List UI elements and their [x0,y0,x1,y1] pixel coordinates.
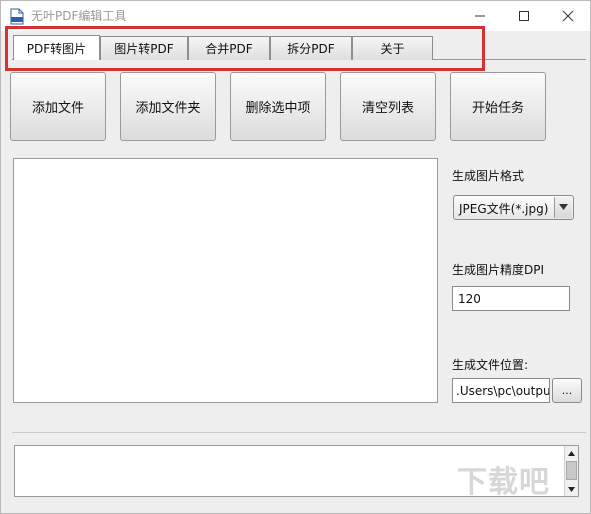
log-scrollbar[interactable] [564,446,578,496]
close-icon [562,10,574,22]
maximize-button[interactable] [502,1,546,31]
browse-button[interactable]: ... [552,378,582,403]
add-folder-button[interactable]: 添加文件夹 [120,72,216,141]
window-title: 无叶PDF编辑工具 [31,9,127,23]
dpi-label: 生成图片精度DPI [452,263,545,277]
close-button[interactable] [546,1,590,31]
chevron-down-icon [559,204,568,210]
app-icon [10,8,24,25]
triangle-down-icon [568,486,575,492]
add-file-button[interactable]: 添加文件 [10,72,106,141]
start-task-button[interactable]: 开始任务 [450,72,546,141]
scroll-down-button[interactable] [565,482,578,496]
format-selected-value: JPEG文件(*.jpg) [459,202,549,216]
output-location-label: 生成文件位置: [452,358,529,372]
output-path-input[interactable] [452,378,550,403]
delete-selected-button[interactable]: 删除选中项 [230,72,326,141]
divider [12,432,586,433]
triangle-up-icon [568,450,575,456]
scroll-thumb[interactable] [566,461,577,480]
format-select[interactable]: JPEG文件(*.jpg) [453,195,574,220]
format-label: 生成图片格式 [452,169,525,183]
app-window: 无叶PDF编辑工具 PDF转图片 图片转PDF 合并PDF 拆分PDF 关于 添… [0,0,591,514]
dropdown-arrow[interactable] [554,197,572,218]
file-list[interactable] [13,158,438,403]
scroll-up-button[interactable] [565,446,578,460]
clear-list-button[interactable]: 清空列表 [340,72,436,141]
watermark: 下载吧 [457,465,550,500]
tab-highlight-box [5,26,485,71]
dpi-input[interactable] [452,286,570,311]
maximize-icon [519,11,529,21]
minimize-icon [475,15,485,17]
